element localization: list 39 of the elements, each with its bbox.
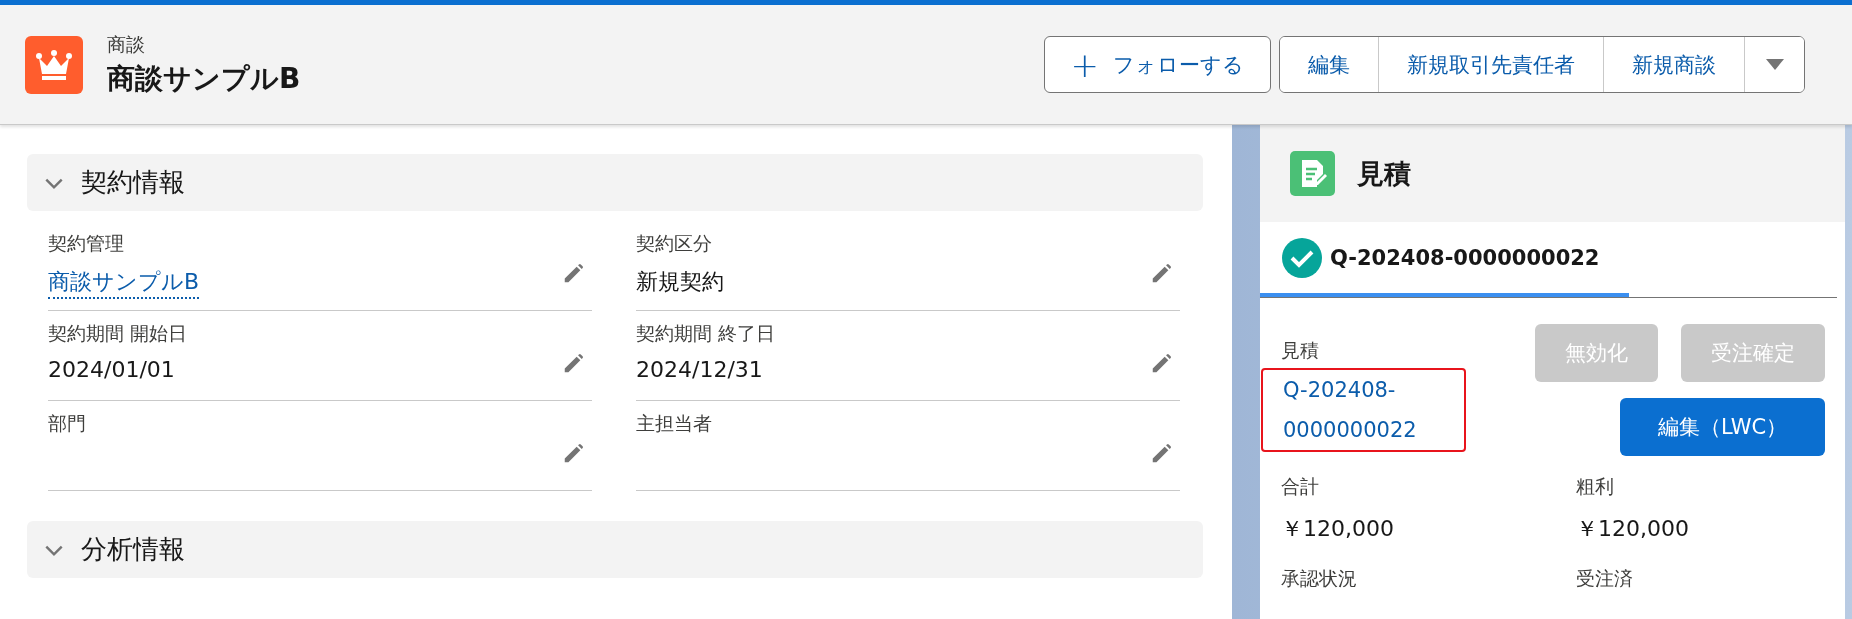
check-icon bbox=[1282, 237, 1322, 278]
pencil-icon[interactable] bbox=[562, 263, 584, 285]
field-label: 契約管理 bbox=[48, 231, 124, 256]
pencil-icon[interactable] bbox=[562, 353, 584, 375]
section-title: 分析情報 bbox=[81, 533, 185, 566]
field-value: 新規契約 bbox=[636, 268, 724, 296]
field-label: 合計 bbox=[1281, 474, 1320, 499]
quote-link[interactable]: Q-202408-0000000022 bbox=[1261, 368, 1466, 452]
action-button[interactable]: 編集 bbox=[1280, 37, 1379, 92]
caret-icon bbox=[1765, 58, 1784, 71]
crown-icon bbox=[25, 35, 83, 94]
field-value: 2024/01/01 bbox=[48, 357, 175, 382]
pencil-icon[interactable] bbox=[1150, 263, 1172, 285]
card-title: 見積 bbox=[1357, 156, 1411, 191]
field-label: 主担当者 bbox=[636, 411, 712, 436]
pencil-icon[interactable] bbox=[562, 443, 584, 465]
quote-tab[interactable]: Q-202408-0000000022 bbox=[1260, 222, 1630, 297]
field-label: 契約区分 bbox=[636, 231, 712, 256]
field-label: 承認状況 bbox=[1281, 566, 1358, 591]
object-label: 商談 bbox=[107, 31, 146, 57]
record-title: 商談サンプルB bbox=[107, 60, 302, 97]
document-icon bbox=[1290, 151, 1335, 196]
field-value: ￥120,000 bbox=[1576, 515, 1690, 543]
section-header[interactable]: 分析情報 bbox=[27, 521, 1203, 578]
field-value: ￥120,000 bbox=[1281, 515, 1395, 543]
pencil-icon[interactable] bbox=[1150, 353, 1172, 375]
field-label: 見積 bbox=[1281, 338, 1320, 363]
field-label: 契約期間 終了日 bbox=[636, 321, 776, 346]
section-header[interactable]: 契約情報 bbox=[27, 154, 1203, 211]
field-label: 部門 bbox=[48, 411, 86, 436]
pencil-icon[interactable] bbox=[1150, 443, 1172, 465]
field-label: 契約期間 開始日 bbox=[48, 321, 188, 346]
field-label: 受注済 bbox=[1576, 566, 1634, 591]
field-value: 2024/12/31 bbox=[636, 357, 763, 382]
field-label: 粗利 bbox=[1576, 474, 1615, 499]
record-link[interactable]: 商談サンプルB bbox=[48, 267, 200, 299]
quote-action-button[interactable]: 編集（LWC） bbox=[1620, 398, 1825, 456]
section-title: 契約情報 bbox=[81, 166, 185, 199]
follow-button[interactable]: + フォローする bbox=[1043, 36, 1271, 93]
